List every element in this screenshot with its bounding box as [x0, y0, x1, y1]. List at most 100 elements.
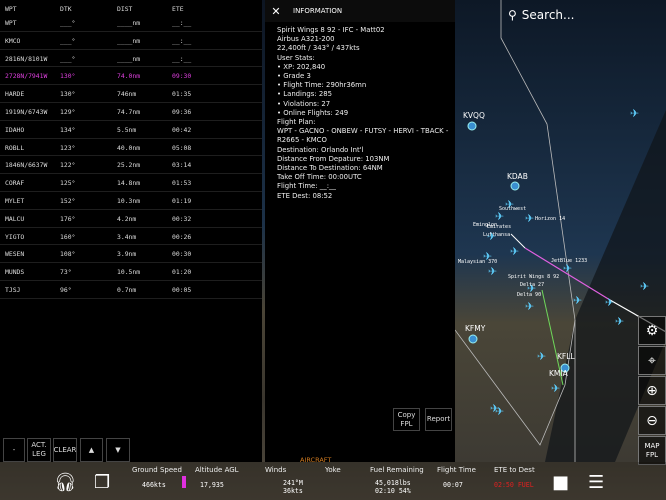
bottom-status-bar: 🎧︎ ❐ Ground Speed 466kts Altitude AGL 17… [0, 462, 666, 500]
table-row[interactable]: MALCU 176° 4.2nm 00:32 [0, 210, 262, 228]
callsign-label: Southwest [499, 206, 526, 212]
svg-text:✈: ✈ [640, 280, 649, 293]
table-row[interactable]: YIGTO 160° 3.4nm 00:26 [0, 228, 262, 246]
waypoint-cell: MUNDS [5, 268, 25, 277]
svg-text:Delta 27: Delta 27 [520, 282, 544, 288]
menu-icon[interactable]: ☰ [588, 472, 604, 493]
move-down-button[interactable]: ▼ [106, 438, 130, 462]
search-box[interactable]: ⚲ Search... [508, 8, 574, 22]
camera-icon[interactable]: ■ [552, 472, 569, 493]
table-row[interactable]: HARDE 130° 746nm 01:35 [0, 85, 262, 103]
waypoint-cell: WPT [5, 19, 17, 27]
dist-cell: 74.7nm [117, 108, 141, 116]
close-icon[interactable]: ✕ [265, 5, 287, 18]
info-text: Spirit Wings 8 92 - IFC - Matt02 Airbus A… [277, 26, 448, 201]
info-line: ETE Dest: 08:52 [277, 191, 333, 200]
dtk-cell: 129° [60, 108, 76, 116]
report-button[interactable]: Report [425, 408, 452, 431]
ete-cell: 01:35 [172, 90, 192, 99]
ete-cell: 09:36 [172, 108, 192, 116]
table-row[interactable]: TJSJ 96° 0.7nm 00:05 [0, 281, 262, 299]
dist-cell: 746nm [117, 90, 137, 99]
info-line: User Stats: [277, 53, 315, 62]
waypoint-cell: YIGTO [5, 232, 25, 241]
information-panel: ✕ INFORMATION Spirit Wings 8 92 - IFC - … [265, 0, 455, 464]
svg-text:✈: ✈ [525, 300, 534, 313]
waypoint-cell: KMCO [5, 36, 21, 45]
map-view[interactable]: ✈✈✈ ✈✈✈ ✈ ✈ ✈✈✈ ✈ ✈✈✈ ✈✈✈✈ SouthwestEmirate… [455, 0, 666, 462]
svg-text:✈: ✈ [605, 296, 614, 309]
info-title: INFORMATION [293, 7, 343, 15]
zoom-out-button[interactable]: ⊖ [638, 406, 666, 435]
clear-button[interactable]: CLEAR [53, 438, 77, 462]
table-row[interactable]: IDAHO 134° 5.5nm 00:42 [0, 121, 262, 139]
info-line: • Violations: 27 [277, 99, 331, 108]
dist-cell: 14.8nm [117, 179, 141, 188]
table-row[interactable]: MYLET 152° 10.3nm 01:19 [0, 192, 262, 210]
center-button[interactable]: ⌖ [638, 346, 666, 375]
table-row[interactable]: ROBLL 123° 40.0nm 05:08 [0, 139, 262, 157]
info-line: Flight Time: __:__ [277, 182, 336, 191]
table-row[interactable]: WESEN 108° 3.9nm 00:30 [0, 245, 262, 264]
ete-cell: 03:14 [172, 161, 192, 170]
table-row[interactable]: 1919N/6743W 129° 74.7nm 09:36 [0, 103, 262, 121]
dist-cell: ____nm [117, 54, 141, 63]
vertical-speed-indicator [182, 476, 186, 488]
info-line: R2665 - KMCO [277, 136, 327, 145]
zoom-out-icon: ⊖ [646, 412, 658, 429]
dist-cell: 5.5nm [117, 125, 137, 134]
svg-text:✈: ✈ [573, 294, 582, 307]
settings-button[interactable]: ⚙ [638, 316, 666, 345]
info-line: WPT - GACNO - ONBEW - FUTSY - HERVI - TB… [277, 127, 449, 136]
copy-icon[interactable]: ❐ [94, 472, 110, 493]
dist-cell: 40.0nm [117, 143, 141, 152]
dist-cell: 3.4nm [117, 232, 137, 241]
waypoint-cell: WESEN [5, 250, 25, 259]
waypoint-cell: MALCU [5, 214, 25, 223]
ete-cell: __:__ [172, 19, 192, 27]
airport-label-kvqq: KVQQ [463, 111, 485, 120]
dtk-cell: 73° [60, 268, 72, 277]
ete-cell: 01:20 [172, 268, 192, 277]
table-row[interactable]: KMCO ___° ____nm __:__ [0, 32, 262, 50]
info-line: Flight Plan: [277, 118, 316, 127]
svg-text:Malaysian 370: Malaysian 370 [458, 259, 497, 265]
table-row[interactable]: 2816N/8101W ___° ____nm __:__ [0, 50, 262, 68]
waypoint-cell: IDAHO [5, 125, 25, 134]
table-row[interactable]: WPT ___° ____nm __:__ [0, 14, 262, 32]
svg-text:✈: ✈ [537, 350, 546, 363]
headphones-icon[interactable]: 🎧︎ [54, 472, 77, 493]
table-row[interactable]: CORAF 125° 14.8nm 01:53 [0, 174, 262, 192]
svg-text:KFMY: KFMY [465, 324, 486, 333]
dist-cell: 3.9nm [117, 250, 137, 259]
dtk-cell: 160° [60, 232, 76, 241]
move-up-button[interactable]: ▲ [80, 438, 103, 462]
svg-text:✈: ✈ [488, 265, 497, 278]
ete-cell: __:__ [172, 36, 192, 45]
dtk-cell: ___° [60, 19, 76, 27]
ete-cell: 09:30 [172, 72, 192, 81]
dist-cell: ____nm [117, 36, 141, 45]
act-leg-button[interactable]: ACT. LEG [27, 438, 51, 462]
dist-cell: ____nm [117, 19, 141, 27]
svg-text:Horizon 14: Horizon 14 [535, 216, 565, 222]
map-fpl-button[interactable]: MAP FPL [638, 436, 666, 465]
info-line: Distance From Depature: 103NM [277, 154, 390, 163]
dtk-cell: 152° [60, 197, 76, 205]
svg-text:✈: ✈ [615, 315, 624, 328]
copy-fpl-button[interactable]: Copy FPL [393, 408, 420, 431]
info-line: • Online Flights: 249 [277, 108, 349, 117]
table-row[interactable]: 1846N/6637W 122° 25.2nm 03:14 [0, 156, 262, 175]
ete-cell: 05:08 [172, 143, 192, 152]
waypoint-cell: TJSJ [5, 286, 21, 294]
search-input[interactable]: Search... [522, 8, 575, 22]
plane-icon: ✈ [630, 107, 639, 120]
dtk-cell: 130° [60, 72, 76, 81]
zoom-in-button[interactable]: ⊕ [638, 376, 666, 405]
svg-text:✈: ✈ [495, 405, 504, 418]
ete-cell: 00:26 [172, 232, 192, 241]
table-row[interactable]: MUNDS 73° 10.5nm 01:20 [0, 263, 262, 281]
dash-button[interactable]: - [3, 438, 25, 462]
table-row[interactable]: 2728N/7941W 130° 74.0nm 09:30 [0, 67, 262, 86]
waypoint-cell: MYLET [5, 197, 25, 205]
